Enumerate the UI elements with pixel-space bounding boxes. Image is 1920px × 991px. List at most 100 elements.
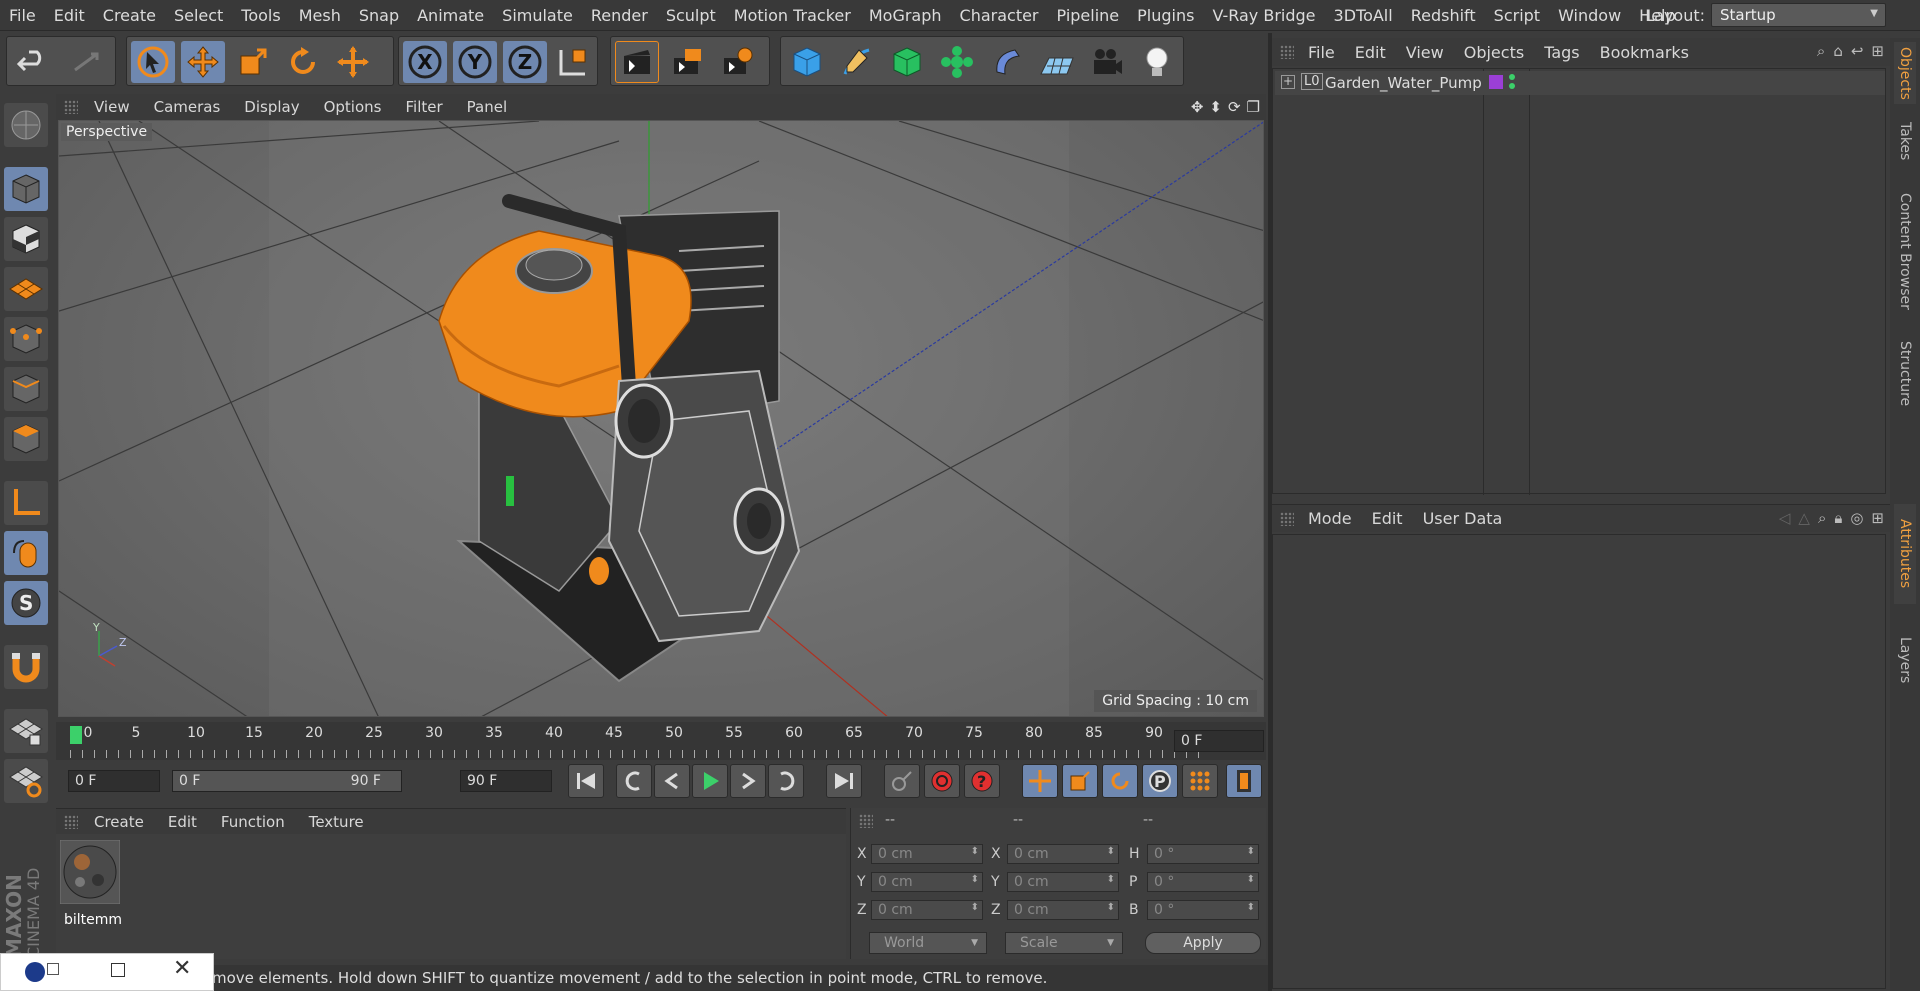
texture-mode-button[interactable] (4, 217, 48, 261)
workplane-lock-button[interactable] (4, 709, 48, 753)
y-axis-button[interactable]: Y (453, 41, 497, 83)
tweak-mode-button[interactable] (4, 531, 48, 575)
menu-character[interactable]: Character (951, 6, 1048, 25)
start-frame-field[interactable]: 0 F (68, 770, 160, 792)
move-view-icon[interactable]: ⬍ (1209, 98, 1222, 116)
pan-view-icon[interactable]: ✥ (1191, 98, 1204, 116)
rot-p-field[interactable]: 0 ° (1147, 872, 1259, 892)
pos-y-field[interactable]: 0 cm (871, 872, 983, 892)
layout-select[interactable]: Startup (1711, 3, 1886, 27)
play-button[interactable] (692, 764, 728, 798)
size-y-field[interactable]: 0 cm (1007, 872, 1119, 892)
menu-pipeline[interactable]: Pipeline (1048, 6, 1129, 25)
tab-layers[interactable]: Layers (1894, 630, 1916, 690)
menu-snap[interactable]: Snap (350, 6, 408, 25)
menu-mesh[interactable]: Mesh (290, 6, 350, 25)
move-button[interactable] (181, 41, 225, 83)
playhead-marker[interactable] (70, 726, 82, 744)
material-menu-function[interactable]: Function (209, 813, 297, 831)
axis-mode-button[interactable] (4, 481, 48, 525)
points-mode-button[interactable] (4, 317, 48, 361)
editor-visibility-dot[interactable] (1509, 74, 1515, 80)
deformer-button[interactable] (985, 41, 1029, 83)
point-level-button[interactable] (1182, 764, 1218, 798)
keyframe-selection-button[interactable]: ? (964, 764, 1000, 798)
light-button[interactable] (1135, 41, 1179, 83)
menu-select[interactable]: Select (165, 6, 232, 25)
next-key-button[interactable] (768, 764, 804, 798)
toggle-view-icon[interactable]: ❐ (1247, 98, 1260, 116)
previous-key-button[interactable] (616, 764, 652, 798)
object-name[interactable]: Garden_Water_Pump (1325, 74, 1482, 92)
coordinate-system-button[interactable] (551, 41, 595, 83)
object-menu-edit[interactable]: Edit (1345, 43, 1396, 62)
viewport-menu-view[interactable]: View (82, 98, 142, 116)
undo-button[interactable] (11, 41, 55, 83)
coordinate-system-select[interactable]: World (869, 932, 987, 954)
tab-objects[interactable]: Objects (1894, 42, 1916, 104)
preview-range-slider[interactable]: 0 F 90 F (172, 770, 402, 792)
current-frame-field[interactable]: 0 F (1174, 730, 1264, 752)
object-menu-tags[interactable]: Tags (1534, 43, 1589, 62)
scale-key-button[interactable] (1062, 764, 1098, 798)
object-menu-file[interactable]: File (1298, 43, 1345, 62)
make-editable-button[interactable] (4, 103, 48, 147)
model-mode-button[interactable] (4, 167, 48, 211)
material-swatch[interactable]: biltemm (59, 839, 122, 928)
menu-create[interactable]: Create (94, 6, 165, 25)
menu-sculpt[interactable]: Sculpt (657, 6, 725, 25)
tab-structure[interactable]: Structure (1894, 334, 1916, 414)
go-to-end-button[interactable] (826, 764, 862, 798)
last-tool-button[interactable] (331, 41, 375, 83)
menu-tools[interactable]: Tools (232, 6, 289, 25)
viewport-menu-cameras[interactable]: Cameras (142, 98, 233, 116)
attribute-menu-mode[interactable]: Mode (1298, 509, 1362, 528)
close-icon[interactable]: ✕ (173, 956, 191, 981)
record-keys-button[interactable] (884, 764, 920, 798)
back-icon[interactable]: ↩ (1851, 42, 1864, 60)
menu-simulate[interactable]: Simulate (493, 6, 582, 25)
layer-color-swatch[interactable] (1489, 75, 1503, 89)
search-icon[interactable]: ⌕ (1818, 509, 1826, 527)
x-axis-button[interactable]: X (403, 41, 447, 83)
autokey-button[interactable] (924, 764, 960, 798)
material-manager-area[interactable]: biltemm (56, 834, 846, 959)
rotate-view-icon[interactable]: ⟳ (1228, 98, 1241, 116)
object-row[interactable]: + L0 Garden_Water_Pump (1275, 71, 1885, 95)
previous-frame-button[interactable] (654, 764, 690, 798)
cloner-button[interactable] (935, 41, 979, 83)
tab-content-browser[interactable]: Content Browser (1894, 176, 1916, 326)
expand-icon[interactable]: + (1281, 75, 1295, 89)
edges-mode-button[interactable] (4, 367, 48, 411)
target-icon[interactable]: ◎ (1850, 509, 1863, 527)
menu-vray-bridge[interactable]: V-Ray Bridge (1203, 6, 1324, 25)
grip-icon[interactable] (64, 814, 78, 829)
rotation-key-button[interactable] (1102, 764, 1138, 798)
z-axis-button[interactable]: Z (503, 41, 547, 83)
back-arrow-icon[interactable]: ◁ (1779, 509, 1791, 527)
scale-mode-select[interactable]: Scale (1005, 932, 1123, 954)
viewport-menu-filter[interactable]: Filter (393, 98, 454, 116)
viewport-menu-panel[interactable]: Panel (455, 98, 519, 116)
material-menu-create[interactable]: Create (82, 813, 156, 831)
rot-b-field[interactable]: 0 ° (1147, 900, 1259, 920)
size-x-field[interactable]: 0 cm (1007, 844, 1119, 864)
grip-icon[interactable] (64, 100, 78, 114)
menu-script[interactable]: Script (1485, 6, 1549, 25)
tab-attributes[interactable]: Attributes (1894, 504, 1916, 604)
render-visibility-dot[interactable] (1509, 83, 1515, 89)
next-frame-button[interactable] (730, 764, 766, 798)
menu-file[interactable]: File (0, 6, 45, 25)
grip-icon[interactable] (1280, 511, 1294, 526)
pen-spline-button[interactable] (835, 41, 879, 83)
tab-takes[interactable]: Takes (1894, 116, 1916, 166)
timeline-ruler[interactable]: 0 5 10 15 20 25 30 35 40 45 50 55 60 65 … (56, 722, 1266, 760)
position-key-button[interactable] (1022, 764, 1058, 798)
home-icon[interactable]: ⌂ (1833, 42, 1843, 60)
render-view-button[interactable] (615, 41, 659, 83)
workplane-mode-button[interactable] (4, 267, 48, 311)
column-divider[interactable] (1483, 69, 1484, 495)
size-z-field[interactable]: 0 cm (1007, 900, 1119, 920)
material-menu-texture[interactable]: Texture (297, 813, 376, 831)
end-frame-field[interactable]: 90 F (460, 770, 552, 792)
